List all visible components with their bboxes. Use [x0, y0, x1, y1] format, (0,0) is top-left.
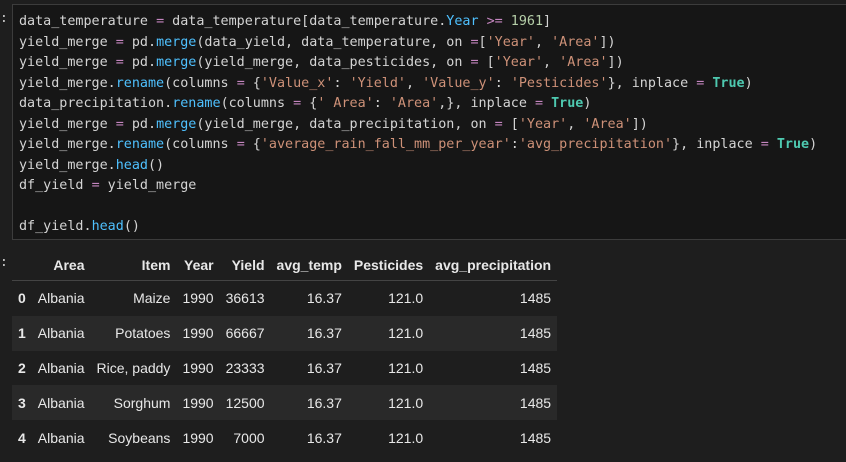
table-cell: 16.37 — [306, 325, 342, 342]
column-header: Item — [141, 257, 171, 273]
table-cell: 16.37 — [306, 394, 342, 411]
code-line: yield_merge.head() — [19, 157, 165, 173]
column-header: Pesticides — [353, 257, 424, 273]
column-header: Yield — [231, 257, 265, 273]
table-cell: 1990 — [182, 359, 214, 376]
table-cell: 16.37 — [270, 279, 348, 316]
table-cell: 16.37 — [306, 429, 342, 446]
table-cell: 1990 — [182, 394, 214, 411]
table-row: 3 Albania Sorghum 1990 12500 16.37 121.0 1485 — [12, 385, 558, 421]
code-line: yield_merge.rename(columns = {'Value_x':… — [19, 75, 753, 91]
code-line: ​ — [19, 197, 846, 218]
cell-output: Area Item Year Yield avg_temp Pesticides… — [12, 250, 558, 455]
table-cell: 1485 — [519, 359, 552, 376]
dataframe-table: Area Item Year Yield avg_temp Pesticides… — [12, 250, 558, 455]
row-index: 1 — [18, 325, 26, 342]
column-header: Area — [53, 257, 85, 273]
table-cell: 36613 — [219, 279, 271, 316]
table-cell: Soybeans — [108, 429, 171, 446]
code-cell-input[interactable]: data_temperature = data_temperature[data… — [12, 4, 846, 240]
table-row: 4 Albania Soybeans 1990 7000 16.37 121.0 1485 — [12, 420, 558, 455]
table-cell: 12500 — [225, 394, 265, 411]
column-header: avg_temp — [276, 257, 342, 273]
table-header-row: Area Item Year Yield avg_temp Pesticides… — [12, 250, 557, 281]
table-row: 1 Albania Potatoes 1990 66667 16.37 121.0 1485 — [12, 315, 558, 351]
row-index: 3 — [18, 394, 26, 411]
table-cell: 121.0 — [388, 325, 424, 342]
table-cell: 1990 — [176, 279, 220, 316]
table-cell: Albania — [37, 359, 85, 376]
table-cell: 1485 — [519, 429, 552, 446]
code-editor[interactable]: data_temperature = data_temperature[data… — [13, 5, 846, 238]
row-index: 2 — [18, 359, 26, 376]
table-cell: Albania — [37, 394, 85, 411]
table-cell: Rice, paddy — [96, 359, 171, 376]
table-row: 2 Albania Rice, paddy 1990 23333 16.37 121.0 14… — [12, 350, 558, 386]
row-index: 4 — [18, 429, 26, 446]
table-row: 0 Albania Maize 1990 36613 16.37 121.0 1485 — [12, 279, 558, 316]
code-line: df_yield = yield_merge — [19, 178, 197, 193]
table-cell: Albania — [31, 279, 91, 316]
table-cell: 1485 — [429, 279, 558, 316]
code-line: df_yield.head() — [19, 219, 140, 234]
table-cell: 121.0 — [388, 429, 424, 446]
table-cell: 1485 — [519, 325, 552, 342]
column-header: avg_precipitation — [435, 257, 552, 273]
code-line: data_temperature = data_temperature[data… — [19, 14, 552, 29]
code-line: yield_merge = pd.merge(yield_merge, data… — [19, 55, 624, 70]
table-cell: 121.0 — [388, 359, 424, 376]
table-cell: 1485 — [519, 394, 552, 411]
table-cell: 7000 — [233, 429, 265, 446]
column-header: Year — [184, 257, 214, 273]
row-index: 0 — [12, 279, 32, 316]
index-header — [12, 250, 32, 281]
code-line: yield_merge = pd.merge(data_yield, data_… — [19, 34, 616, 50]
table-cell: 121.0 — [388, 394, 424, 411]
table-cell: 66667 — [225, 325, 265, 342]
table-cell: 23333 — [225, 359, 265, 376]
table-cell: Potatoes — [115, 325, 171, 342]
code-line: yield_merge = pd.merge(yield_merge, data… — [19, 116, 648, 132]
table-cell: Albania — [37, 429, 85, 446]
code-line: yield_merge.rename(columns = {'average_r… — [19, 137, 818, 152]
table-cell: 1990 — [182, 325, 214, 342]
input-prompt-marker: : — [0, 11, 8, 26]
table-cell: 16.37 — [306, 359, 342, 376]
table-cell: 121.0 — [347, 279, 430, 316]
table-cell: Sorghum — [113, 394, 171, 411]
table-cell: 1990 — [182, 429, 214, 446]
table-cell: Albania — [37, 325, 85, 342]
output-prompt-marker: : — [0, 255, 8, 270]
code-line: data_precipitation.rename(columns = {' A… — [19, 96, 592, 111]
table-cell: Maize — [90, 279, 177, 316]
